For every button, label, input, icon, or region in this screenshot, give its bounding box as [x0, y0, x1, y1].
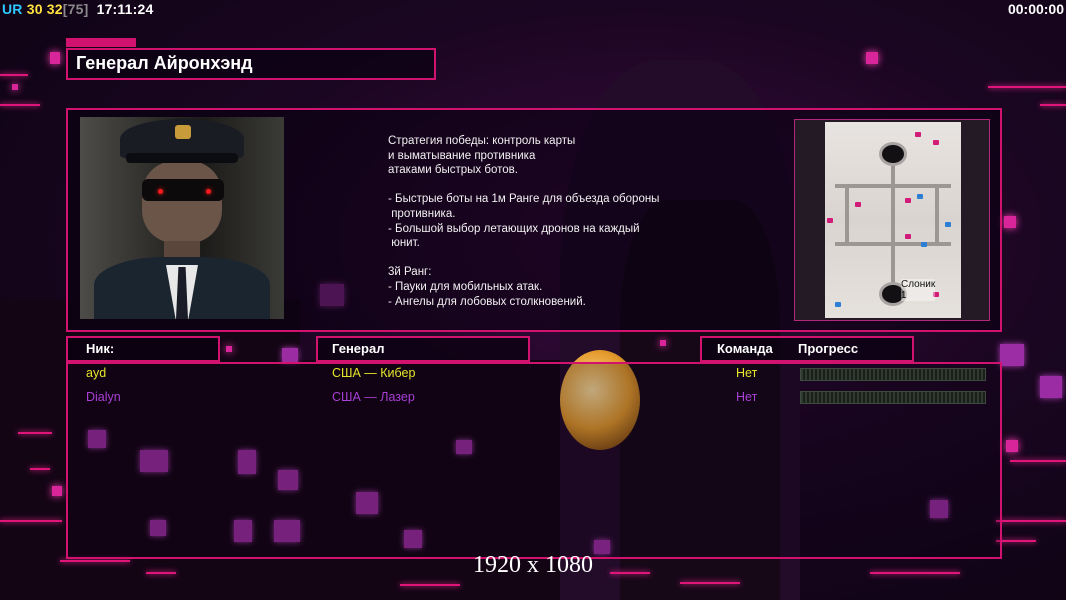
description-line: - Большой выбор летающих дронов на кажды…	[388, 222, 640, 235]
description-line	[388, 178, 778, 193]
description-line: 3й Ранг:	[388, 266, 432, 279]
title-tab-decoration	[66, 38, 136, 47]
description-line: юнит.	[388, 237, 420, 250]
ping-counter: 32	[46, 1, 63, 17]
description-line: - Пауки для мобильных атак.	[388, 280, 543, 293]
header-team: Команда	[717, 341, 773, 356]
player-nick: Dialyn	[86, 390, 121, 404]
description-line: и выматывание противника	[388, 149, 536, 162]
header-general: Генерал	[332, 341, 385, 356]
ur-label: UR	[2, 1, 23, 17]
description-line: - Быстрые боты на 1м Ранге для объезда о…	[388, 193, 660, 206]
player-nick: ayd	[86, 366, 107, 380]
portrait-goggles	[142, 179, 224, 201]
map-start-label: Слоник 1	[901, 279, 936, 301]
map-label-number: 1	[901, 290, 907, 301]
game-timer: 00:00:00	[1007, 1, 1064, 17]
player-general: США — Лазер	[332, 390, 415, 404]
resolution-label: 1920 x 1080	[473, 552, 593, 578]
player-general: США — Кибер	[332, 366, 416, 380]
fps-counter: 30	[26, 1, 43, 17]
header-nick: Ник:	[86, 341, 115, 356]
performance-overlay: UR 30 32[75] 17:11:24	[2, 1, 153, 17]
portrait-eye-right	[206, 189, 211, 194]
description-line: - Ангелы для лобовых столкновений.	[388, 295, 586, 308]
ping-max: [75]	[62, 1, 89, 17]
map-preview[interactable]: Слоник 1	[794, 119, 990, 321]
general-portrait	[80, 117, 284, 319]
portrait-eye-left	[158, 189, 163, 194]
portrait-visor	[126, 153, 238, 163]
player-team: Нет	[736, 390, 758, 404]
map-terrain: Слоник 1	[825, 122, 961, 318]
system-clock: 17:11:24	[96, 1, 154, 17]
portrait-face	[142, 161, 222, 243]
portrait-cap-badge	[175, 125, 191, 139]
player-progress-bar	[800, 368, 986, 381]
description-line	[388, 251, 778, 266]
header-progress: Прогресс	[798, 341, 859, 356]
map-label-name: Слоник	[901, 279, 936, 290]
description-line: Стратегия победы: контроль карты	[388, 135, 576, 147]
description-line: противника.	[388, 207, 456, 220]
description-line: атаками быстрых ботов.	[388, 164, 518, 177]
player-progress-bar	[800, 391, 986, 404]
player-team: Нет	[736, 366, 758, 380]
general-description: Стратегия победы: контроль карты и вымат…	[388, 134, 778, 309]
general-name: Генерал Айронхэнд	[76, 53, 253, 73]
